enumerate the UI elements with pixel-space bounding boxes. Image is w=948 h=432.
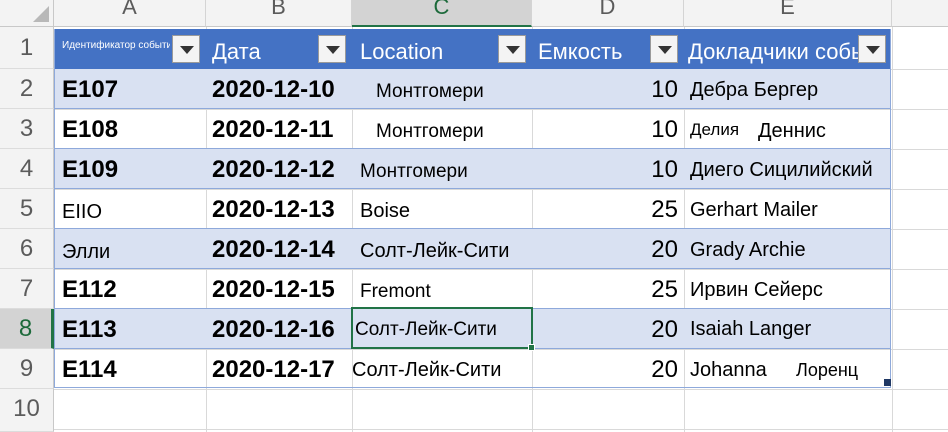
cell-date[interactable]: 2020-12-13	[212, 196, 335, 224]
dropdown-arrow-icon	[506, 46, 520, 54]
header-cell-date[interactable]: Дата	[212, 39, 261, 65]
cell-speakers[interactable]: Ирвин Сейерс	[690, 279, 823, 302]
dropdown-arrow-icon	[658, 46, 672, 54]
table-row-border	[54, 188, 891, 189]
cell-speakers[interactable]: Grady Archie	[690, 239, 806, 262]
row-header-4[interactable]: 4	[0, 149, 54, 189]
filter-dropdown-button[interactable]	[318, 35, 346, 63]
cell-speakers[interactable]: Делия	[690, 120, 739, 140]
cell-speakers[interactable]: Диего Сицилийский	[690, 159, 873, 182]
gridline	[54, 189, 948, 190]
gridline	[892, 27, 893, 432]
cell-capacity[interactable]: 10	[540, 76, 678, 104]
cell-capacity[interactable]: 25	[540, 196, 678, 224]
cell-date[interactable]: 2020-12-17	[212, 356, 335, 384]
column-header-f[interactable]	[892, 0, 948, 27]
gridline	[54, 429, 948, 430]
filter-dropdown-button[interactable]	[650, 35, 678, 63]
cell-id[interactable]: Элли	[62, 241, 110, 264]
gridline	[54, 389, 948, 390]
cell-capacity[interactable]: 25	[540, 276, 678, 304]
dropdown-arrow-icon	[326, 46, 340, 54]
active-cell-selection[interactable]	[351, 307, 533, 349]
table-row-border	[54, 387, 891, 388]
cell-id[interactable]: E114	[62, 356, 117, 384]
cell-location[interactable]: Монтгомери	[360, 161, 468, 183]
filter-dropdown-button[interactable]	[498, 35, 526, 63]
cell-speakers[interactable]: Johanna	[690, 359, 767, 382]
cell-id[interactable]: E113	[62, 316, 117, 344]
cell-location[interactable]: Boise	[360, 200, 410, 223]
cell-speakers-overflow[interactable]: Деннис	[758, 120, 826, 143]
header-cell-location[interactable]: Location	[360, 39, 443, 65]
cell-location[interactable]: Монтгомери	[376, 121, 484, 143]
row-header-9[interactable]: 9	[0, 349, 54, 389]
cell-location[interactable]: Солт-Лейк-Сити	[360, 240, 509, 263]
cell-location[interactable]: Fremont	[360, 281, 431, 303]
row-header-2[interactable]: 2	[0, 69, 54, 109]
cell-date[interactable]: 2020-12-15	[212, 276, 335, 304]
table-row-border	[54, 148, 891, 149]
cell-id[interactable]: E109	[62, 156, 118, 184]
cell-id[interactable]: EIIO	[62, 201, 102, 224]
filter-dropdown-button[interactable]	[172, 35, 200, 63]
table-resize-handle[interactable]	[884, 379, 891, 386]
gridline	[54, 109, 948, 110]
cell-capacity[interactable]: 20	[540, 236, 678, 264]
row-header-10[interactable]: 10	[0, 389, 54, 432]
cell-speakers[interactable]: Дебра Бергер	[690, 79, 818, 102]
row-header-7[interactable]: 7	[0, 269, 54, 309]
filter-dropdown-button[interactable]	[858, 35, 886, 63]
cell-date[interactable]: 2020-12-16	[212, 316, 335, 344]
cell-date[interactable]: 2020-12-11	[212, 116, 333, 144]
row-header-5[interactable]: 5	[0, 189, 54, 229]
table-row-border	[54, 268, 891, 269]
gridline	[54, 349, 948, 350]
dropdown-arrow-icon	[866, 46, 880, 54]
select-all-button[interactable]	[0, 0, 54, 27]
cell-id[interactable]: E107	[62, 76, 118, 104]
cell-capacity[interactable]: 20	[540, 316, 678, 344]
cell-id[interactable]: E108	[62, 116, 118, 144]
cell-id[interactable]: E112	[62, 276, 117, 304]
cell-date[interactable]: 2020-12-10	[212, 76, 335, 104]
cell-date[interactable]: 2020-12-12	[212, 156, 335, 184]
row-header-1[interactable]: 1	[0, 27, 54, 69]
column-header-a[interactable]: A	[54, 0, 206, 27]
row-header-8[interactable]: 8	[0, 309, 54, 349]
cell-speakers[interactable]: Gerhart Mailer	[690, 199, 818, 222]
column-header-e[interactable]: E	[684, 0, 892, 27]
header-cell-capacity[interactable]: Емкость	[538, 39, 622, 65]
gridline	[54, 269, 948, 270]
select-all-triangle-icon	[33, 6, 49, 22]
cell-location[interactable]: Монтгомери	[376, 81, 484, 103]
column-header-b[interactable]: B	[206, 0, 352, 27]
header-cell-event-id[interactable]: Идентификатор события	[62, 40, 170, 51]
cell-capacity[interactable]: 10	[540, 116, 678, 144]
column-header-c[interactable]: C	[352, 0, 532, 27]
column-header-d[interactable]: D	[532, 0, 684, 27]
cell-capacity[interactable]: 10	[540, 156, 678, 184]
dropdown-arrow-icon	[180, 46, 194, 54]
fill-handle[interactable]	[528, 344, 535, 351]
cell-location[interactable]: Солт-Лейк-Сити	[352, 359, 501, 382]
header-cell-speakers[interactable]: Докладчики событ	[688, 39, 858, 65]
cell-speakers-overflow[interactable]: Лоренц	[796, 360, 858, 381]
row-header-6[interactable]: 6	[0, 229, 54, 269]
cell-date[interactable]: 2020-12-14	[212, 236, 335, 264]
cell-capacity[interactable]: 20	[540, 356, 678, 384]
row-header-3[interactable]: 3	[0, 109, 54, 149]
table-left-border	[54, 29, 55, 388]
cell-speakers[interactable]: Isaiah Langer	[690, 318, 811, 341]
table-row-border	[54, 108, 891, 109]
table-row-border	[54, 228, 891, 229]
table-right-border	[890, 29, 891, 388]
